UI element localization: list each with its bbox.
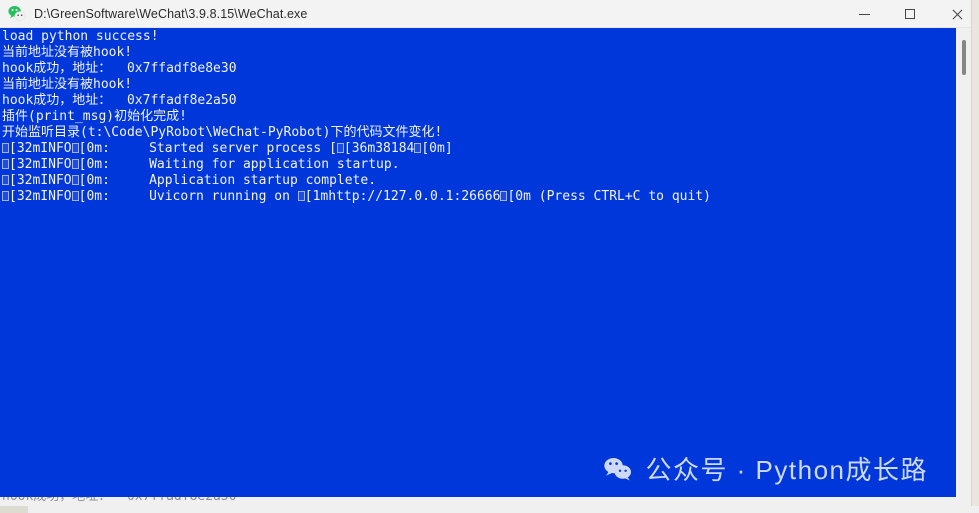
console-text: [1mhttp://127.0.0.1:26666	[304, 189, 501, 204]
console-text: 当前地址没有被hook!	[2, 45, 133, 60]
console-area: load python success! 当前地址没有被hook! hook成功，地…	[0, 28, 979, 506]
console-text: [0m]	[421, 141, 453, 156]
console-text: hook成功，地址： 0x7ffadf8e8e30	[2, 61, 237, 76]
escape-char-glyph	[2, 175, 9, 185]
escape-char-glyph	[2, 143, 9, 153]
console-text: [32mINFO	[9, 189, 72, 204]
console-line: 插件(print_msg)初始化完成!	[2, 109, 956, 125]
console-line: [32mINFO [0m: Waiting for application sta…	[2, 157, 956, 173]
console-text: [32mINFO	[9, 157, 72, 172]
escape-char-glyph	[336, 143, 344, 153]
wechat-icon	[603, 457, 633, 481]
maximize-icon	[905, 9, 915, 19]
maximize-button[interactable]	[887, 0, 933, 28]
minimize-icon	[858, 13, 870, 15]
console-text: [32mINFO	[9, 141, 72, 156]
console-text: [0m (Press CTRL+C to quit)	[507, 189, 711, 204]
watermark: 公众号 · Python成长路	[603, 450, 928, 487]
window-right-edge	[971, 0, 979, 513]
console-text: hook成功，地址： 0x7ffadf8e2a50	[2, 93, 237, 108]
escape-char-glyph	[2, 191, 9, 201]
console-line: [32mINFO [0m: Uvicorn running on [1mhttp:…	[2, 189, 956, 205]
console-text: [36m38184	[343, 141, 415, 156]
console-line: [32mINFO [0m: Started server process [ [36…	[2, 141, 956, 157]
console-line: hook成功，地址： 0x7ffadf8e8e30	[2, 61, 956, 77]
wechat-console-window: D:\GreenSoftware\WeChat\3.9.8.15\WeChat.…	[0, 0, 979, 513]
partial-line-clip: hook成功，地址： 0x7ffadf8e2a50	[0, 497, 956, 505]
console-line-list: load python success! 当前地址没有被hook! hook成功，地…	[2, 29, 956, 205]
console-text: 当前地址没有被hook!	[2, 77, 133, 92]
window-controls	[841, 0, 979, 28]
escape-char-glyph	[71, 143, 79, 153]
console-line: 开始监听目录(t:\Code\PyRobot\WeChat-PyRobot)下的…	[2, 125, 956, 141]
escape-char-glyph	[71, 175, 79, 185]
console-text: 插件(print_msg)初始化完成!	[2, 109, 187, 124]
window-bottom-edge	[0, 506, 979, 513]
title-bar[interactable]: D:\GreenSoftware\WeChat\3.9.8.15\WeChat.…	[0, 0, 979, 28]
console-line: hook成功，地址： 0x7ffadf8e2a50	[2, 93, 956, 109]
window-title: D:\GreenSoftware\WeChat\3.9.8.15\WeChat.…	[34, 6, 308, 21]
console-text: [0m: Started server process [	[78, 141, 337, 156]
close-icon	[951, 9, 962, 20]
console-text: [32mINFO	[9, 173, 72, 188]
escape-char-glyph	[71, 159, 79, 169]
minimize-button[interactable]	[841, 0, 887, 28]
console-output[interactable]: load python success! 当前地址没有被hook! hook成功，地…	[0, 28, 956, 505]
vertical-scroll-thumb[interactable]	[962, 40, 966, 75]
console-text: load python success!	[2, 29, 159, 44]
vertical-scrollbar[interactable]	[956, 28, 971, 506]
escape-char-glyph	[2, 159, 9, 169]
watermark-text: 公众号 · Python成长路	[645, 455, 928, 485]
partial-console-line: hook成功，地址： 0x7ffadf8e2a50	[2, 497, 237, 505]
console-line: 当前地址没有被hook!	[2, 45, 956, 61]
console-text: [0m: Application startup complete.	[78, 173, 377, 188]
console-text: 开始监听目录(t:\Code\PyRobot\WeChat-PyRobot)下的…	[2, 125, 443, 140]
console-text: [0m: Uvicorn running on	[78, 189, 298, 204]
console-line: 当前地址没有被hook!	[2, 77, 956, 93]
console-text: [0m: Waiting for application startup.	[78, 157, 400, 172]
wechat-icon	[8, 5, 26, 23]
console-line: load python success!	[2, 29, 956, 45]
window-bottom-left-tab	[0, 506, 28, 513]
console-line: [32mINFO [0m: Application startup complet…	[2, 173, 956, 189]
escape-char-glyph	[71, 191, 79, 201]
escape-char-glyph	[297, 191, 305, 201]
